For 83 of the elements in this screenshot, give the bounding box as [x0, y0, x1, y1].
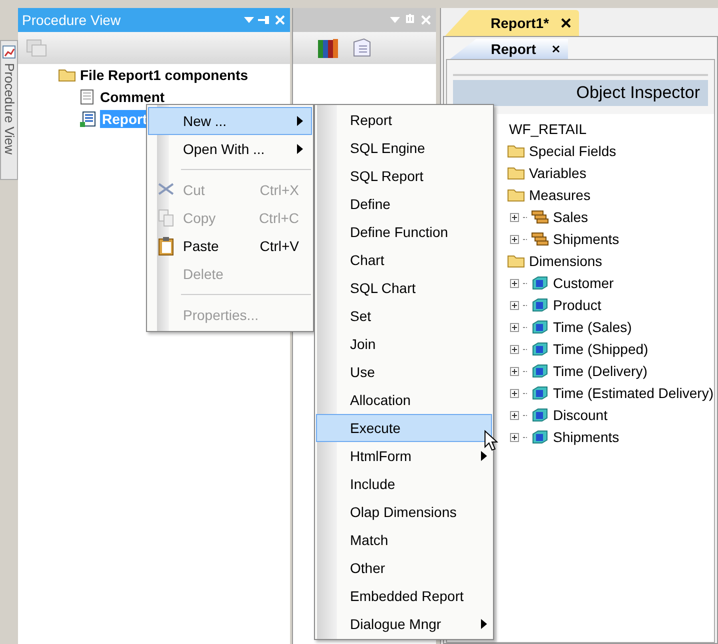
menu-item[interactable]: Match [316, 526, 492, 554]
side-tab[interactable]: Procedure View [0, 40, 18, 180]
expand-icon[interactable] [510, 212, 519, 222]
menu-item[interactable]: Define [316, 190, 492, 218]
close-icon[interactable] [552, 45, 560, 53]
clipboard-icon [158, 236, 174, 256]
tree-item[interactable]: Shipments [553, 228, 620, 250]
cube-icon [531, 407, 549, 423]
cube-icon [531, 341, 549, 357]
folder-icon [507, 254, 525, 268]
menu-item[interactable]: Report [316, 106, 492, 134]
expand-icon[interactable] [510, 366, 519, 376]
document-tab[interactable]: Report1* [445, 10, 579, 36]
document-edit-icon[interactable] [351, 37, 373, 59]
cube-icon [531, 429, 549, 445]
tree-item[interactable]: Sales [553, 206, 588, 228]
pin-icon[interactable] [258, 14, 270, 26]
cube-icon [531, 363, 549, 379]
tree-item[interactable]: Measures [529, 184, 590, 206]
menu-item[interactable]: Paste Ctrl+V [148, 232, 312, 260]
tree-item[interactable]: Time (Sales) [553, 316, 632, 338]
tree-item[interactable]: Time (Estimated Delivery) [553, 382, 714, 404]
tree-item[interactable]: Variables [529, 162, 586, 184]
tree-item[interactable]: Customer [553, 272, 614, 294]
dropdown-icon[interactable] [244, 17, 254, 23]
chart-icon [2, 45, 16, 59]
cube-icon [531, 319, 549, 335]
tree-item[interactable]: Dimensions [529, 250, 602, 272]
tree-item[interactable]: Product [553, 294, 602, 316]
inspector-title: Object Inspector [576, 82, 700, 104]
menu-item[interactable]: Include [316, 470, 492, 498]
close-icon[interactable] [561, 18, 571, 28]
menu-item[interactable]: Embedded Report [316, 582, 492, 610]
shortcut-label: Ctrl+X [260, 180, 299, 200]
menu-item[interactable]: Join [316, 330, 492, 358]
menu-item[interactable]: Use [316, 358, 492, 386]
cube-icon [531, 385, 549, 401]
menu-item[interactable]: Set [316, 302, 492, 330]
menu-item[interactable]: Chart [316, 246, 492, 274]
menu-item[interactable]: SQL Report [316, 162, 492, 190]
folder-icon [507, 188, 525, 202]
menu-item[interactable]: Dialogue Mngr [316, 610, 492, 638]
stacked-rows-icon [531, 209, 549, 225]
menu-item[interactable]: Open With ... [148, 135, 312, 163]
panel-title: Procedure View [22, 10, 122, 30]
expand-icon[interactable] [510, 300, 519, 310]
menu-item[interactable]: HtmlForm [316, 442, 492, 470]
menu-item[interactable]: Olap Dimensions [316, 498, 492, 526]
menu-item[interactable]: Define Function [316, 218, 492, 246]
cube-icon [531, 297, 549, 313]
tree-item[interactable]: Discount [553, 404, 608, 426]
document-icon [80, 89, 94, 105]
tree-root-label[interactable]: File Report1 components [80, 64, 248, 86]
folder-icon [507, 144, 525, 158]
books-icon[interactable] [317, 37, 339, 59]
tree-item[interactable]: Comment [98, 88, 167, 106]
shortcut-label: Ctrl+C [258, 208, 299, 228]
expand-icon[interactable] [510, 322, 519, 332]
menu-item[interactable]: SQL Engine [316, 134, 492, 162]
folder-icon [58, 68, 76, 82]
menu-item[interactable]: SQL Chart [316, 274, 492, 302]
menu-item[interactable]: Allocation [316, 386, 492, 414]
expand-icon[interactable] [510, 278, 519, 288]
menu-item[interactable]: Execute [316, 414, 492, 442]
tree-root-label[interactable]: WF_RETAIL [509, 118, 714, 140]
expand-icon[interactable] [510, 432, 519, 442]
cube-icon [531, 275, 549, 291]
tree-item[interactable]: Special Fields [529, 140, 616, 162]
copy-icon [158, 209, 174, 227]
expand-icon[interactable] [510, 388, 519, 398]
folder-icon [507, 166, 525, 180]
shortcut-label: Ctrl+V [260, 236, 299, 256]
expand-icon[interactable] [510, 234, 519, 244]
editor-tab[interactable]: Report [450, 39, 568, 59]
stacked-rows-icon [531, 231, 549, 247]
expand-icon[interactable] [510, 344, 519, 354]
tree-item[interactable]: Time (Delivery) [553, 360, 648, 382]
tree-item[interactable]: Shipments [553, 426, 620, 448]
menu-item[interactable]: New ... [148, 107, 312, 135]
menu-item[interactable]: Other [316, 554, 492, 582]
report-icon [80, 111, 96, 127]
tree-item[interactable]: Time (Shipped) [553, 338, 648, 360]
expand-icon[interactable] [510, 410, 519, 420]
